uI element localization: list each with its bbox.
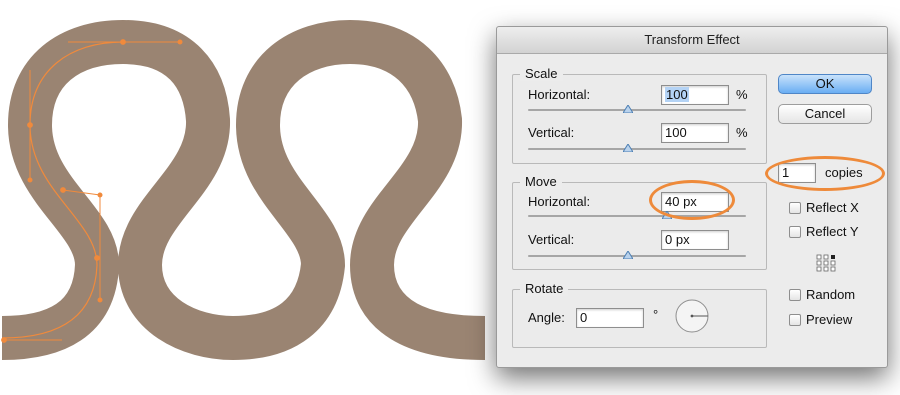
scale-horizontal-unit: % xyxy=(736,87,748,102)
move-vertical-slider-track[interactable] xyxy=(528,255,746,257)
scale-vertical-label: Vertical: xyxy=(528,125,575,140)
scale-vertical-unit: % xyxy=(736,125,748,140)
move-vertical-value: 0 px xyxy=(665,232,690,247)
scale-group: Scale Horizontal: 100 % Vertical: 100 % xyxy=(512,66,767,164)
reflect-y-checkbox[interactable] xyxy=(789,226,801,238)
move-vertical-slider-thumb[interactable] xyxy=(623,251,633,259)
rotate-legend: Rotate xyxy=(520,281,569,296)
scale-horizontal-label: Horizontal: xyxy=(528,87,591,102)
reference-point-icon[interactable] xyxy=(816,253,836,273)
random-checkbox[interactable] xyxy=(789,289,801,301)
scale-horizontal-field[interactable]: 100 xyxy=(661,85,729,105)
preview-label: Preview xyxy=(806,312,853,327)
scale-horizontal-value: 100 xyxy=(665,87,689,102)
scale-vertical-field[interactable]: 100 xyxy=(661,123,729,143)
preview-checkbox[interactable] xyxy=(789,314,801,326)
cancel-button[interactable]: Cancel xyxy=(778,104,872,124)
reflect-x-checkbox[interactable] xyxy=(789,202,801,214)
angle-label: Angle: xyxy=(528,310,565,325)
move-vertical-field[interactable]: 0 px xyxy=(661,230,729,250)
angle-field[interactable]: 0 xyxy=(576,308,644,328)
angle-dial-icon[interactable] xyxy=(674,298,710,334)
scale-horizontal-slider-thumb[interactable] xyxy=(623,105,633,113)
scale-vertical-value: 100 xyxy=(665,125,687,140)
reflect-x-label: Reflect X xyxy=(806,200,859,215)
transform-effect-dialog: Transform Effect Scale Horizontal: 100 %… xyxy=(496,26,888,368)
rotate-group: Rotate Angle: 0 ° xyxy=(512,281,767,348)
scale-horizontal-slider-track[interactable] xyxy=(528,109,746,111)
reflect-y-label: Reflect Y xyxy=(806,224,859,239)
scale-vertical-slider-thumb[interactable] xyxy=(623,144,633,152)
move-horizontal-label: Horizontal: xyxy=(528,194,591,209)
scale-vertical-slider-track[interactable] xyxy=(528,148,746,150)
move-legend: Move xyxy=(520,174,562,189)
angle-value: 0 xyxy=(580,310,588,325)
move-horizontal-highlight-ring xyxy=(649,180,735,220)
brown-wave-stroke xyxy=(1,19,486,361)
artwork-canvas xyxy=(1,19,486,361)
ok-button[interactable]: OK xyxy=(778,74,872,94)
random-label: Random xyxy=(806,287,856,302)
scale-legend: Scale xyxy=(520,66,563,81)
move-vertical-label: Vertical: xyxy=(528,232,575,247)
degree-symbol: ° xyxy=(653,307,659,322)
copies-highlight-ring xyxy=(765,156,885,191)
dialog-title: Transform Effect xyxy=(497,27,887,54)
